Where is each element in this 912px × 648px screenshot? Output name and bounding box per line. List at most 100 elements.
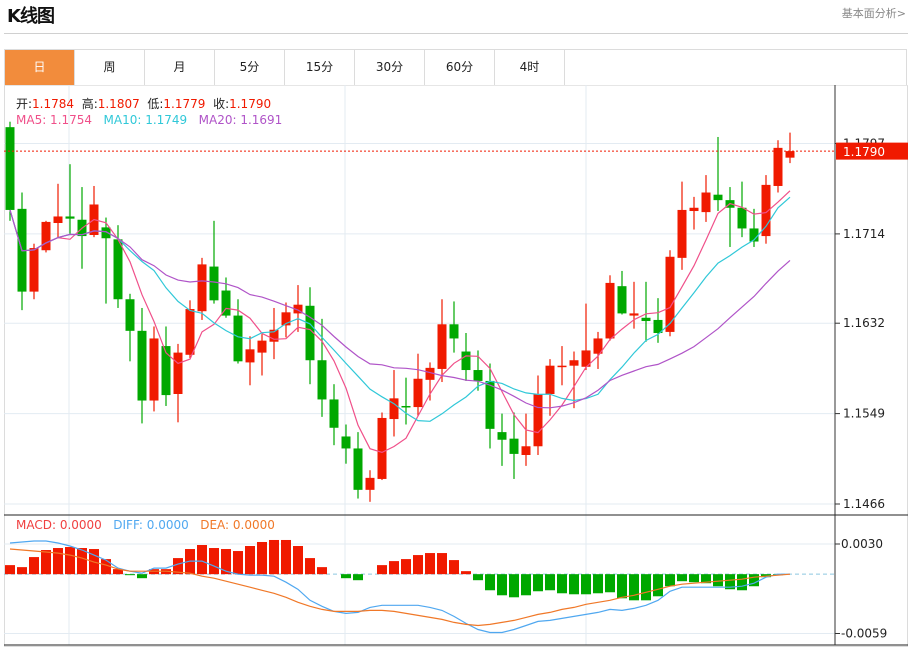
macd-bar [209,548,219,575]
macd-bar [293,546,303,575]
candle-body [365,477,375,490]
candle [593,331,603,369]
candle [773,140,783,193]
candle [245,336,255,386]
candle-body [773,147,783,186]
candle [677,181,687,270]
last-price-label: 1.1790 [843,145,885,159]
macd-bar [353,574,363,581]
candle [161,326,171,406]
candle [557,346,567,386]
macd-bar [221,549,231,575]
macd-bar [65,547,75,575]
candle-body [521,446,531,455]
macd-bar [689,574,699,583]
candle-body [461,351,471,371]
candle [29,243,39,300]
candle-body [701,192,711,213]
candle-body [473,370,483,381]
candle [509,412,519,479]
candle [185,300,195,359]
macd-bar [461,571,471,575]
candle [605,275,615,341]
candle [485,363,495,449]
candle-body [5,127,15,210]
candle [125,293,135,362]
candle-body [53,216,63,224]
candle-body [29,248,39,292]
candle-body [545,365,555,394]
close-value: 1.1790 [229,97,272,111]
candle [365,470,375,502]
candle-body [413,378,423,408]
macd-bar [713,574,723,587]
macd-bar [497,574,507,596]
candle-body [173,352,183,394]
candle-body [665,256,675,332]
candle [353,432,363,499]
candle-body [137,330,147,401]
candle [149,326,159,412]
high-value: 1.1807 [97,97,140,111]
candle-body [317,360,327,400]
macd-bar [29,557,39,575]
macd-value: MACD: 0.0000 [16,518,102,532]
candle [449,301,459,353]
candle [785,132,795,164]
macd-bar [245,546,255,575]
candle-body [497,432,507,440]
macd-bar [197,545,207,575]
candle-body [617,286,627,314]
macd-bar [5,565,15,575]
close-label: 收: [213,97,230,111]
candle [89,185,99,238]
candle-body [509,438,519,454]
candle-body [233,315,243,362]
macd-bar [281,539,291,575]
macd-bar [269,539,279,575]
macd-bar [521,574,531,596]
macd-bar [557,574,567,594]
candle [209,220,219,304]
macd-bar [569,574,579,595]
price-tick-label: 1.1714 [843,227,885,241]
macd-bar [665,574,675,587]
candle [401,377,411,425]
candle-body [401,405,411,408]
candle [173,343,183,423]
candle [581,303,591,371]
candle [713,136,723,212]
candle [65,164,75,234]
dea-value: DEA: 0.0000 [200,518,275,532]
candle [269,307,279,360]
price-tick-label: 1.1632 [843,316,885,330]
macd-bar [317,567,327,575]
candle-body [605,282,615,339]
candle-body [65,216,75,219]
macd-bar [677,574,687,582]
candle [701,175,711,222]
candle-body [245,349,255,363]
macd-bar [377,565,387,575]
low-label: 低: [147,97,164,111]
macd-bar [425,553,435,575]
candle-body [353,448,363,490]
macd-bar [485,574,495,591]
candle [281,302,291,338]
candle [101,217,111,304]
candle-body [209,266,219,301]
ma10-value: MA10: 1.1749 [103,113,188,127]
macd-bar [41,550,51,575]
candle [533,375,543,455]
dea-line [9,548,791,627]
candle-body [533,393,543,447]
candle [5,121,15,221]
candle-body [737,207,747,229]
macd-bar [449,560,459,575]
candle [53,183,63,239]
macd-bar [389,561,399,575]
candle [305,287,315,385]
candle [725,187,735,247]
macd-bar [233,551,243,575]
ma5-value: MA5: 1.1754 [16,113,93,127]
